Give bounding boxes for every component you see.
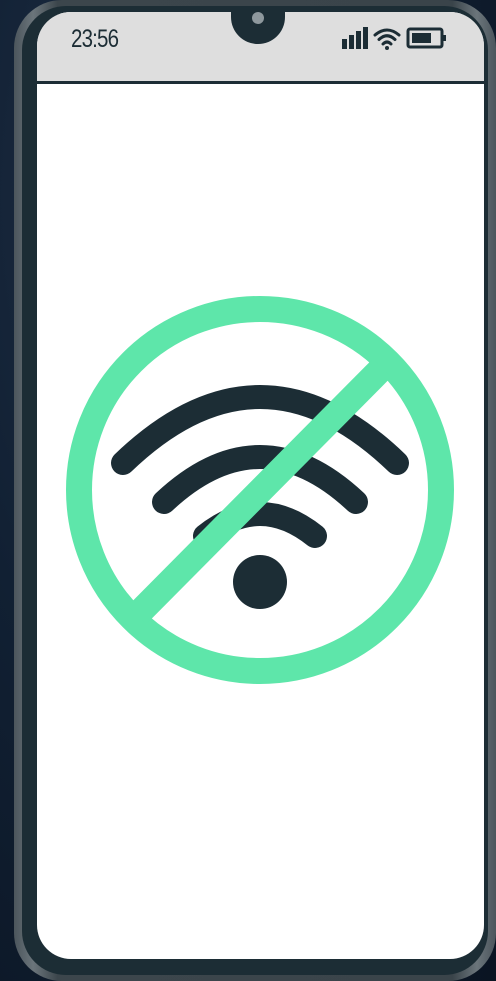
no-wifi-icon — [66, 296, 454, 684]
prohibition-sign — [66, 296, 454, 684]
phone-screen: 23:56 — [37, 12, 484, 959]
